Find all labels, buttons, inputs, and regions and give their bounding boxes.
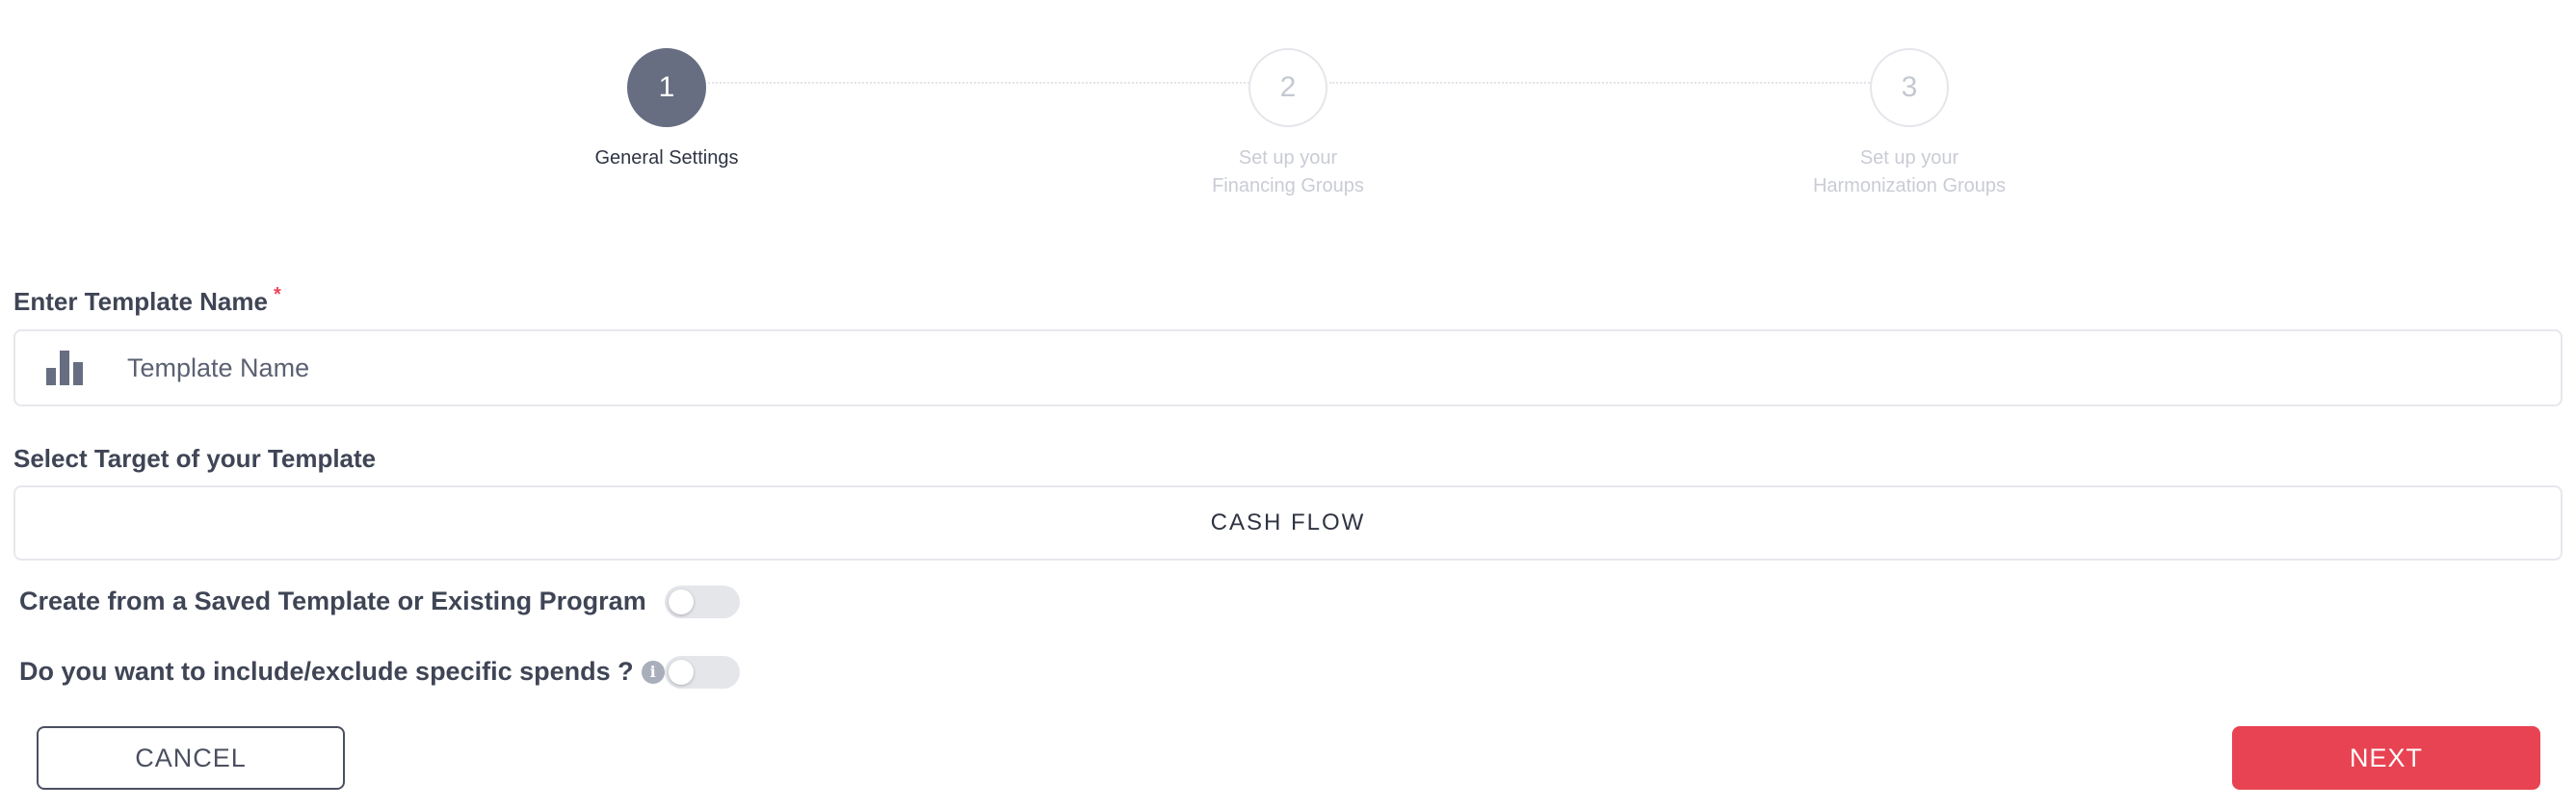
bar-chart-icon bbox=[46, 349, 89, 387]
step-number: 1 bbox=[627, 48, 706, 127]
specific-spends-toggle[interactable] bbox=[665, 656, 740, 689]
template-name-label-text: Enter Template Name bbox=[13, 287, 268, 316]
specific-spends-toggle-label: Do you want to include/exclude specific … bbox=[19, 657, 634, 686]
step-label-line: Set up your bbox=[1238, 147, 1338, 169]
step-general-settings[interactable]: 1 General Settings bbox=[493, 48, 840, 172]
step-label-line: Harmonization Groups bbox=[1812, 175, 2007, 196]
step-label: Set up your Financing Groups bbox=[1212, 144, 1364, 200]
toggle-knob bbox=[669, 660, 694, 685]
target-selected-value: CASH FLOW bbox=[1210, 509, 1366, 535]
step-financing-groups[interactable]: 2 Set up your Financing Groups bbox=[1115, 48, 1461, 200]
wizard-stepper: 1 General Settings 2 Set up your Financi… bbox=[0, 0, 2576, 212]
toggle-knob bbox=[669, 589, 694, 614]
template-name-input[interactable] bbox=[127, 352, 2439, 383]
info-icon[interactable]: i bbox=[641, 660, 665, 684]
template-name-field[interactable] bbox=[13, 329, 2563, 406]
step-label-line: General Settings bbox=[594, 147, 739, 169]
saved-template-toggle-label: Create from a Saved Template or Existing… bbox=[19, 587, 646, 615]
template-wizard-page: 1 General Settings 2 Set up your Financi… bbox=[0, 0, 2576, 809]
target-label: Select Target of your Template bbox=[13, 444, 377, 473]
target-select[interactable]: CASH FLOW bbox=[13, 485, 2563, 561]
specific-spends-toggle-row: Do you want to include/exclude specific … bbox=[19, 657, 665, 687]
step-label: General Settings bbox=[595, 144, 739, 172]
template-name-label: Enter Template Name * bbox=[13, 284, 281, 317]
step-label-line: Set up your bbox=[1859, 147, 1959, 169]
saved-template-toggle[interactable] bbox=[665, 586, 740, 618]
next-button[interactable]: NEXT bbox=[2232, 726, 2540, 790]
step-number: 2 bbox=[1249, 48, 1327, 127]
step-label: Set up your Harmonization Groups bbox=[1813, 144, 2006, 200]
saved-template-toggle-row: Create from a Saved Template or Existing… bbox=[19, 587, 646, 616]
cancel-button[interactable]: CANCEL bbox=[37, 726, 345, 790]
step-label-line: Financing Groups bbox=[1212, 175, 1364, 196]
step-harmonization-groups[interactable]: 3 Set up your Harmonization Groups bbox=[1736, 48, 2083, 200]
required-asterisk: * bbox=[273, 284, 281, 305]
step-number: 3 bbox=[1870, 48, 1949, 127]
